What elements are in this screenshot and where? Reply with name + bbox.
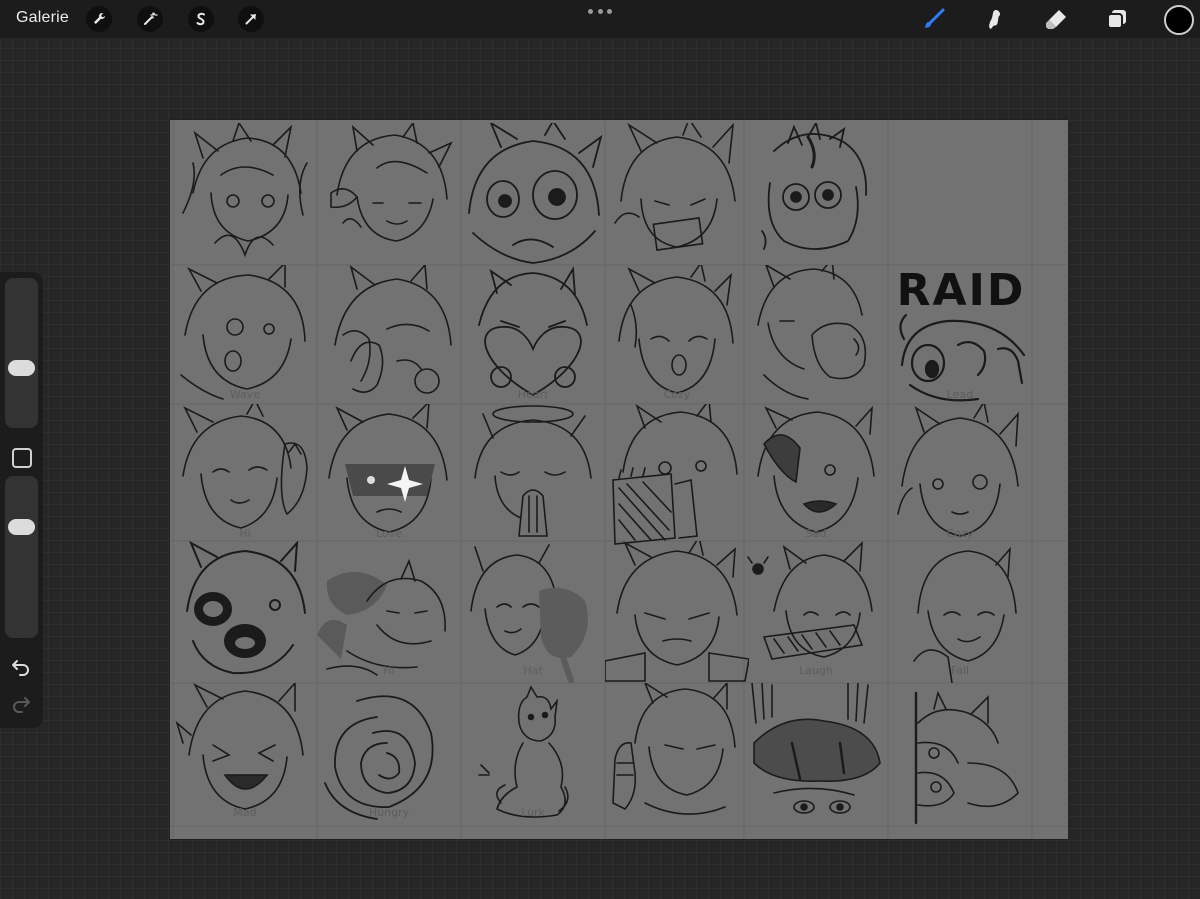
emote-sketch: Cozy xyxy=(605,261,749,407)
emote-sketch xyxy=(605,680,749,825)
emote-sketch xyxy=(744,257,888,407)
brush-icon[interactable] xyxy=(920,5,948,33)
smudge-icon[interactable] xyxy=(980,5,1008,33)
cell-caption: Hi xyxy=(383,664,395,677)
redo-icon[interactable] xyxy=(9,693,33,715)
eraser-icon[interactable] xyxy=(1042,5,1070,33)
cell-caption: Love xyxy=(376,527,402,540)
emote-sketch: Sad xyxy=(744,404,888,546)
emote-sketch xyxy=(888,683,1032,825)
cell-caption: Laugh xyxy=(799,664,833,677)
emote-sketch: Wave xyxy=(173,261,317,407)
brush-size-slider-thumb[interactable] xyxy=(8,360,35,377)
emote-sketch: Hat xyxy=(461,541,605,684)
emote-sketch: Cozy xyxy=(888,399,1032,546)
emote-sketch: Heart xyxy=(461,265,605,407)
emote-sketch: Mad xyxy=(173,680,317,825)
brush-size-slider[interactable] xyxy=(5,278,38,428)
more-options-icon[interactable] xyxy=(588,4,612,18)
drawing-canvas[interactable]: Wave Heart Cozy RAID Lead Hi Love Sad Co… xyxy=(170,120,1068,839)
modify-square-icon[interactable] xyxy=(12,448,32,468)
emote-sketch: Fail xyxy=(888,541,1032,684)
emote-sketch xyxy=(744,120,888,265)
emote-sketch: Lurk xyxy=(461,683,605,825)
color-picker-swatch[interactable] xyxy=(1164,5,1194,35)
cell-caption: Hungry xyxy=(368,806,410,819)
cell-caption: Hi xyxy=(239,527,251,540)
undo-icon[interactable] xyxy=(9,656,33,678)
emote-sketch: Love xyxy=(317,399,461,546)
left-sidebar xyxy=(0,272,43,728)
cell-caption: Heart xyxy=(517,388,549,401)
emote-sketch xyxy=(317,263,461,407)
transform-arrow-icon[interactable] xyxy=(238,6,264,32)
cell-caption: Sad xyxy=(805,527,827,540)
cell-caption: Lead xyxy=(946,388,974,401)
emote-sketch xyxy=(604,534,750,683)
emote-sketch: RAID Lead xyxy=(888,265,1032,407)
emote-sketch xyxy=(744,682,888,825)
emote-sketch xyxy=(461,120,605,265)
layers-icon[interactable] xyxy=(1103,5,1131,33)
emote-sketch xyxy=(461,404,605,546)
selection-icon[interactable] xyxy=(188,6,214,32)
top-toolbar: Galerie xyxy=(0,0,1200,38)
opacity-slider[interactable] xyxy=(5,476,38,638)
emote-sketch: Hi xyxy=(317,541,461,683)
emote-sketch xyxy=(605,397,749,546)
emote-sketch: Hi xyxy=(173,398,317,546)
raid-lettering: RAID xyxy=(896,265,1026,316)
cell-caption: Hat xyxy=(523,664,543,677)
emote-sketch: Hungry xyxy=(317,683,461,825)
emote-sketch xyxy=(317,121,461,265)
cell-caption: Cozy xyxy=(663,388,691,401)
emote-sketch: Laugh xyxy=(744,540,888,683)
wrench-icon[interactable] xyxy=(86,6,112,32)
opacity-slider-thumb[interactable] xyxy=(8,518,35,535)
cell-caption: Fail xyxy=(950,664,970,677)
emote-sketch xyxy=(173,540,317,683)
cell-caption: Mad xyxy=(233,806,257,819)
magic-wand-icon[interactable] xyxy=(137,6,163,32)
cell-caption: Wave xyxy=(229,388,261,401)
emote-sketch xyxy=(605,120,749,265)
emote-sketch xyxy=(173,121,317,265)
gallery-button[interactable]: Galerie xyxy=(16,9,69,27)
emote-empty-slot xyxy=(888,123,1032,265)
cell-caption: Lurk xyxy=(521,806,545,819)
cell-caption: Cozy xyxy=(946,527,974,540)
